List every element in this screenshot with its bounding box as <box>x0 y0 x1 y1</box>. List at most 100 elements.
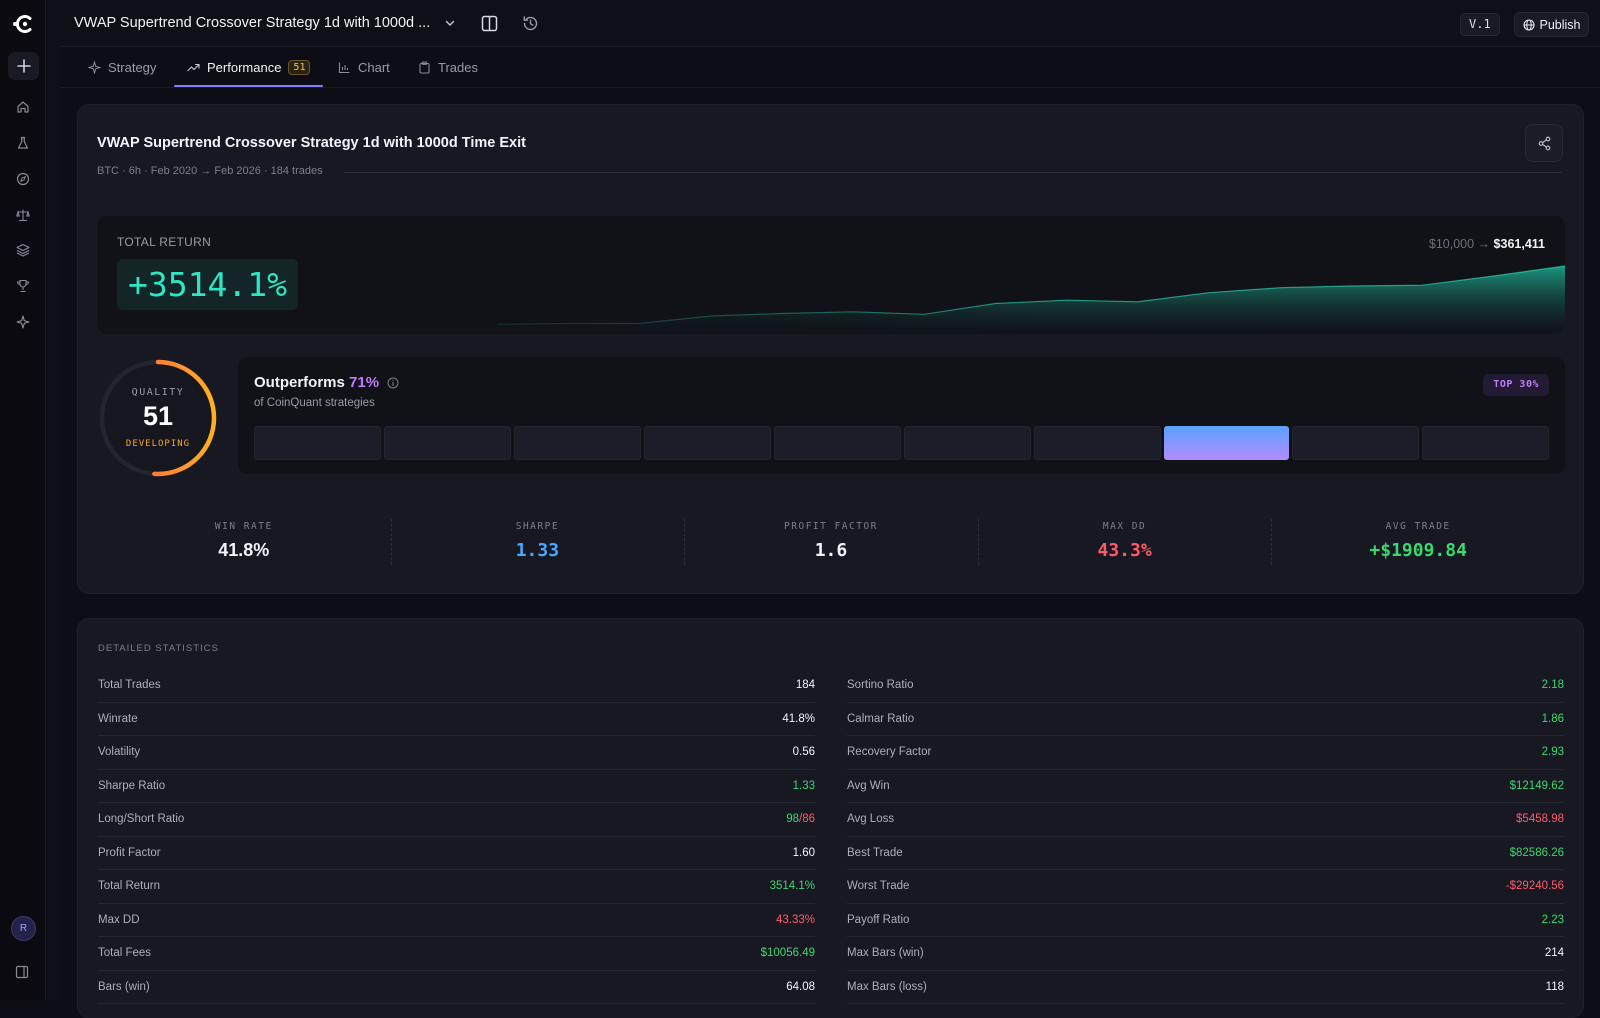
stat-value-main: 43.33% <box>775 913 815 926</box>
strategy-title-dropdown[interactable]: VWAP Supertrend Crossover Strategy 1d wi… <box>74 15 430 31</box>
stat-row: Volatility 0.56 <box>98 736 815 770</box>
percentile-badge: TOP 30% <box>1483 374 1549 396</box>
stat-row: Max Bars (loss) 118 <box>847 971 1564 1004</box>
stat-label: Max DD <box>98 913 140 926</box>
stat-label: Winrate <box>98 712 138 725</box>
share-button[interactable] <box>1525 124 1563 162</box>
total-return-label: TOTAL RETURN <box>117 235 212 249</box>
tab-bar: Strategy Performance 51 Chart Trades <box>60 47 1600 88</box>
stat-row: Avg Loss $5458.98 <box>847 803 1564 837</box>
sidebar-strip <box>46 0 60 1000</box>
stat-label: Payoff Ratio <box>847 913 910 926</box>
total-return-value: +3514.1% <box>117 259 298 310</box>
stat-label: Long/Short Ratio <box>98 813 185 826</box>
stat-label: Recovery Factor <box>847 746 932 759</box>
stat-value-secondary: /86 <box>799 813 815 826</box>
stats-left-column: Total Trades 184 Winrate 41.8% Volatility 0.5… <box>98 669 815 1004</box>
percentile-bucket <box>1034 426 1161 460</box>
stat-value: 2.93 <box>1542 746 1564 758</box>
stat-label: Total Return <box>98 880 161 893</box>
sidebar-toggle-icon[interactable] <box>15 965 31 981</box>
stat-value: 64.08 <box>786 981 815 993</box>
tab-label: Trades <box>438 60 478 75</box>
outperforms-subtitle: of CoinQuant strategies <box>254 397 375 409</box>
stat-value-main: 2.93 <box>1541 746 1564 759</box>
metric-label: PROFIT FACTOR <box>784 521 878 532</box>
percentile-bucket <box>644 426 771 460</box>
metric-value: 41.8% <box>218 540 270 560</box>
percentile-bucket <box>1422 426 1549 460</box>
stat-value-main: -$29240.56 <box>1505 880 1564 893</box>
stat-row: Avg Win $12149.62 <box>847 770 1564 803</box>
scale-icon[interactable] <box>14 206 32 224</box>
layers-icon[interactable] <box>14 241 32 259</box>
strategy-name: VWAP Supertrend Crossover Strategy 1d wi… <box>97 135 526 151</box>
stat-value: 1.33 <box>793 780 815 792</box>
version-badge[interactable]: V.1 <box>1460 13 1500 36</box>
percentile-buckets <box>254 426 1549 460</box>
tab-strategy[interactable]: Strategy <box>88 47 156 88</box>
trophy-icon[interactable] <box>14 277 32 295</box>
home-icon[interactable] <box>14 98 32 116</box>
stat-value-main: 1.86 <box>1541 712 1564 725</box>
new-strategy-button[interactable] <box>8 52 39 80</box>
detailed-statistics-card: DETAILED STATISTICS Total Trades 184 Winra… <box>77 618 1584 1018</box>
stat-label: Bars (win) <box>98 980 150 993</box>
coinquant-logo[interactable] <box>11 12 35 36</box>
stat-value-main: 41.8% <box>782 712 815 725</box>
stat-label: Sharpe Ratio <box>98 779 166 792</box>
tab-trades[interactable]: Trades <box>418 47 478 88</box>
trend-up-icon <box>187 63 200 72</box>
stat-value-main: 64.08 <box>786 980 815 993</box>
chevron-down-icon[interactable] <box>444 17 456 29</box>
outperforms-panel: Outperforms 71% of CoinQuant strategies … <box>238 357 1565 474</box>
stat-value: 98/86 <box>786 813 815 825</box>
stat-value-main: $82586.26 <box>1509 846 1564 859</box>
stat-row: Max DD 43.33% <box>98 904 815 937</box>
total-return-panel: TOTAL RETURN +3514.1% $10,000 → $361,411 <box>97 216 1565 334</box>
stat-row: Worst Trade -$29240.56 <box>847 870 1564 904</box>
stat-value: -$29240.56 <box>1506 880 1564 892</box>
compass-icon[interactable] <box>14 170 32 188</box>
stat-row: Profit Factor 1.60 <box>98 837 815 870</box>
metric-value: 1.6 <box>814 540 848 561</box>
detailed-statistics-title: DETAILED STATISTICS <box>98 643 219 654</box>
publish-button[interactable]: Publish <box>1514 12 1589 37</box>
globe-icon <box>1522 18 1535 31</box>
flask-icon[interactable] <box>14 134 32 152</box>
metric-value: +$1909.84 <box>1369 540 1467 561</box>
meta-divider <box>344 172 1562 173</box>
history-icon[interactable] <box>522 15 539 32</box>
stat-row: Calmar Ratio 1.86 <box>847 703 1564 736</box>
stat-row: Sharpe Ratio 1.33 <box>98 770 815 803</box>
stat-value: $10056.49 <box>761 947 815 959</box>
stat-value-main: $12149.62 <box>1509 779 1564 792</box>
stat-value: $82586.26 <box>1510 847 1564 859</box>
stat-value-main: 214 <box>1544 947 1564 960</box>
stat-label: Sortino Ratio <box>847 679 914 692</box>
metric-max-dd: MAX DD 43.3% <box>977 519 1272 569</box>
stat-row: Total Trades 184 <box>98 669 815 703</box>
user-avatar[interactable]: R <box>11 916 36 941</box>
stat-value: 43.33% <box>776 914 815 926</box>
stat-label: Max Bars (win) <box>847 947 924 960</box>
metric-profit-factor: PROFIT FACTOR 1.6 <box>684 519 978 569</box>
tab-chart[interactable]: Chart <box>338 47 390 88</box>
percentile-bucket <box>774 426 901 460</box>
split-view-icon[interactable] <box>481 15 498 32</box>
stat-label: Avg Loss <box>847 813 895 826</box>
percentile-bucket <box>1292 426 1419 460</box>
stat-value: 0.56 <box>793 746 815 758</box>
sparkle-icon[interactable] <box>14 313 32 331</box>
quality-gauge: QUALITY 51 DEVELOPING <box>97 357 219 479</box>
info-icon[interactable] <box>387 377 399 389</box>
tab-performance[interactable]: Performance 51 <box>174 47 324 88</box>
stat-value: $12149.62 <box>1510 780 1564 792</box>
share-icon <box>1538 136 1550 150</box>
publish-label: Publish <box>1539 17 1581 32</box>
outperforms-text: Outperforms <box>254 374 345 391</box>
stat-value-main: 1.33 <box>792 779 815 792</box>
outperforms-title: Outperforms 71% <box>254 374 379 391</box>
stat-value: 3514.1% <box>770 880 815 892</box>
stat-label: Worst Trade <box>847 880 910 893</box>
